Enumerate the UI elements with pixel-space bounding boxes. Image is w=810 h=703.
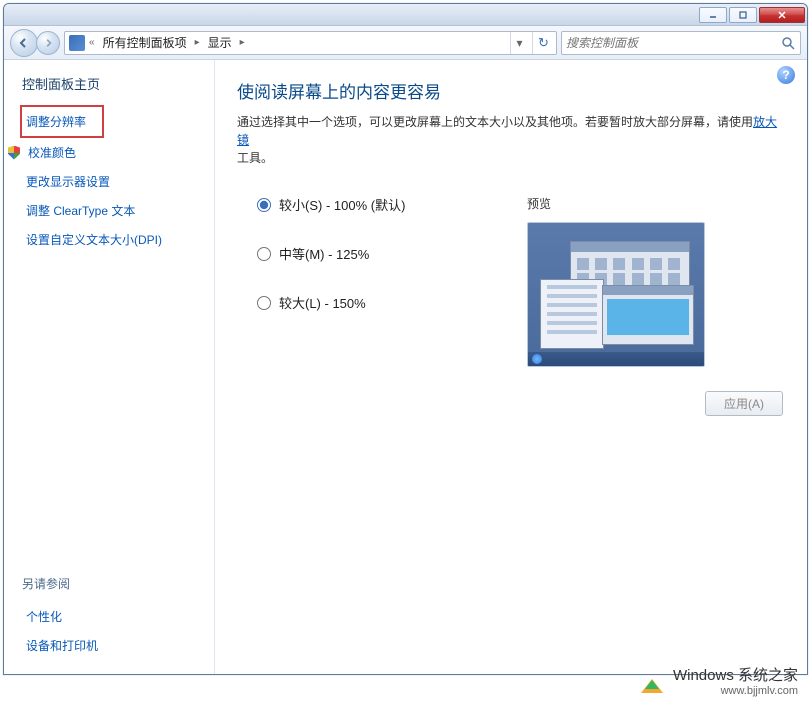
sidebar-item-label: 设置自定义文本大小(DPI) xyxy=(26,231,162,248)
radio-medium[interactable]: 中等(M) - 125% xyxy=(257,244,497,263)
titlebar xyxy=(4,4,807,26)
radio-label: 较大(L) - 150% xyxy=(279,293,366,312)
see-also-heading: 另请参阅 xyxy=(22,575,214,592)
sidebar-link-cleartype[interactable]: 调整 ClearType 文本 xyxy=(22,196,214,225)
help-icon[interactable]: ? xyxy=(777,66,795,84)
sidebar-link-calibrate[interactable]: 校准颜色 xyxy=(22,138,214,167)
sidebar-link-custom-dpi[interactable]: 设置自定义文本大小(DPI) xyxy=(22,225,214,254)
maximize-button[interactable] xyxy=(729,7,757,23)
radio-small-input[interactable] xyxy=(257,198,271,212)
radio-small[interactable]: 较小(S) - 100% (默认) xyxy=(257,195,497,214)
sidebar: 控制面板主页 调整分辨率 校准颜色 更改显示器设置 调整 ClearType 文… xyxy=(4,60,214,674)
search-icon[interactable] xyxy=(780,35,796,51)
search-box[interactable] xyxy=(561,31,801,55)
window-frame: « 所有控制面板项 ▸ 显示 ▸ ▾ ↻ 控制面板主页 调整分辨率 xyxy=(3,3,808,675)
desc-text-post: 工具。 xyxy=(237,151,273,165)
address-bar[interactable]: « 所有控制面板项 ▸ 显示 ▸ ▾ ↻ xyxy=(64,31,557,55)
close-button[interactable] xyxy=(759,7,805,23)
radio-label: 中等(M) - 125% xyxy=(279,244,369,263)
radio-medium-input[interactable] xyxy=(257,247,271,261)
radio-large[interactable]: 较大(L) - 150% xyxy=(257,293,497,312)
size-radio-group: 较小(S) - 100% (默认) 中等(M) - 125% 较大(L) - 1… xyxy=(237,195,497,367)
breadcrumb-all-items[interactable]: 所有控制面板项 xyxy=(99,32,191,53)
breadcrumb: « 所有控制面板项 ▸ 显示 ▸ xyxy=(89,32,245,53)
watermark-text: Windows 系统之家 xyxy=(673,667,798,684)
sidebar-item-label: 个性化 xyxy=(26,608,62,625)
sidebar-item-label: 调整分辨率 xyxy=(26,113,86,130)
refresh-icon[interactable]: ↻ xyxy=(532,32,554,54)
minimize-button[interactable] xyxy=(699,7,727,23)
back-button[interactable] xyxy=(10,29,38,57)
address-dropdown-icon[interactable]: ▾ xyxy=(510,32,528,54)
page-title: 使阅读屏幕上的内容更容易 xyxy=(237,78,785,103)
search-input[interactable] xyxy=(566,36,780,50)
page-description: 通过选择其中一个选项，可以更改屏幕上的文本大小以及其他项。若要暂时放大部分屏幕，… xyxy=(237,113,785,167)
sidebar-item-label: 更改显示器设置 xyxy=(26,173,110,190)
watermark: Windows 系统之家 www.bjjmlv.com xyxy=(639,664,798,697)
watermark-logo-icon xyxy=(639,669,667,693)
radio-large-input[interactable] xyxy=(257,296,271,310)
sidebar-item-label: 调整 ClearType 文本 xyxy=(26,202,135,219)
sidebar-link-resolution[interactable]: 调整分辨率 xyxy=(20,105,104,138)
sidebar-link-devices[interactable]: 设备和打印机 xyxy=(22,631,214,660)
shield-icon xyxy=(8,146,22,160)
sidebar-link-personalize[interactable]: 个性化 xyxy=(22,602,214,631)
preview-label: 预览 xyxy=(527,195,785,212)
breadcrumb-display[interactable]: 显示 xyxy=(204,32,236,53)
control-panel-icon xyxy=(69,35,85,51)
apply-row: 应用(A) xyxy=(237,391,785,416)
nav-arrow-group xyxy=(10,29,60,57)
preview-area: 预览 xyxy=(527,195,785,367)
watermark-url: www.bjjmlv.com xyxy=(673,685,798,697)
breadcrumb-sep: ▸ xyxy=(195,37,200,48)
body: 控制面板主页 调整分辨率 校准颜色 更改显示器设置 调整 ClearType 文… xyxy=(4,60,807,674)
breadcrumb-sep: ▸ xyxy=(240,37,245,48)
apply-button[interactable]: 应用(A) xyxy=(705,391,783,416)
breadcrumb-sep: « xyxy=(89,37,95,48)
control-panel-home-link[interactable]: 控制面板主页 xyxy=(22,74,214,93)
main-area: 较小(S) - 100% (默认) 中等(M) - 125% 较大(L) - 1… xyxy=(237,195,785,367)
radio-label: 较小(S) - 100% (默认) xyxy=(279,195,405,214)
sidebar-link-monitor[interactable]: 更改显示器设置 xyxy=(22,167,214,196)
sidebar-item-label: 校准颜色 xyxy=(28,144,76,161)
preview-image xyxy=(527,222,705,367)
forward-button[interactable] xyxy=(36,31,60,55)
content-area: ? 使阅读屏幕上的内容更容易 通过选择其中一个选项，可以更改屏幕上的文本大小以及… xyxy=(214,60,807,674)
sidebar-item-label: 设备和打印机 xyxy=(26,637,98,654)
desc-text: 通过选择其中一个选项，可以更改屏幕上的文本大小以及其他项。若要暂时放大部分屏幕，… xyxy=(237,115,753,129)
navbar: « 所有控制面板项 ▸ 显示 ▸ ▾ ↻ xyxy=(4,26,807,60)
